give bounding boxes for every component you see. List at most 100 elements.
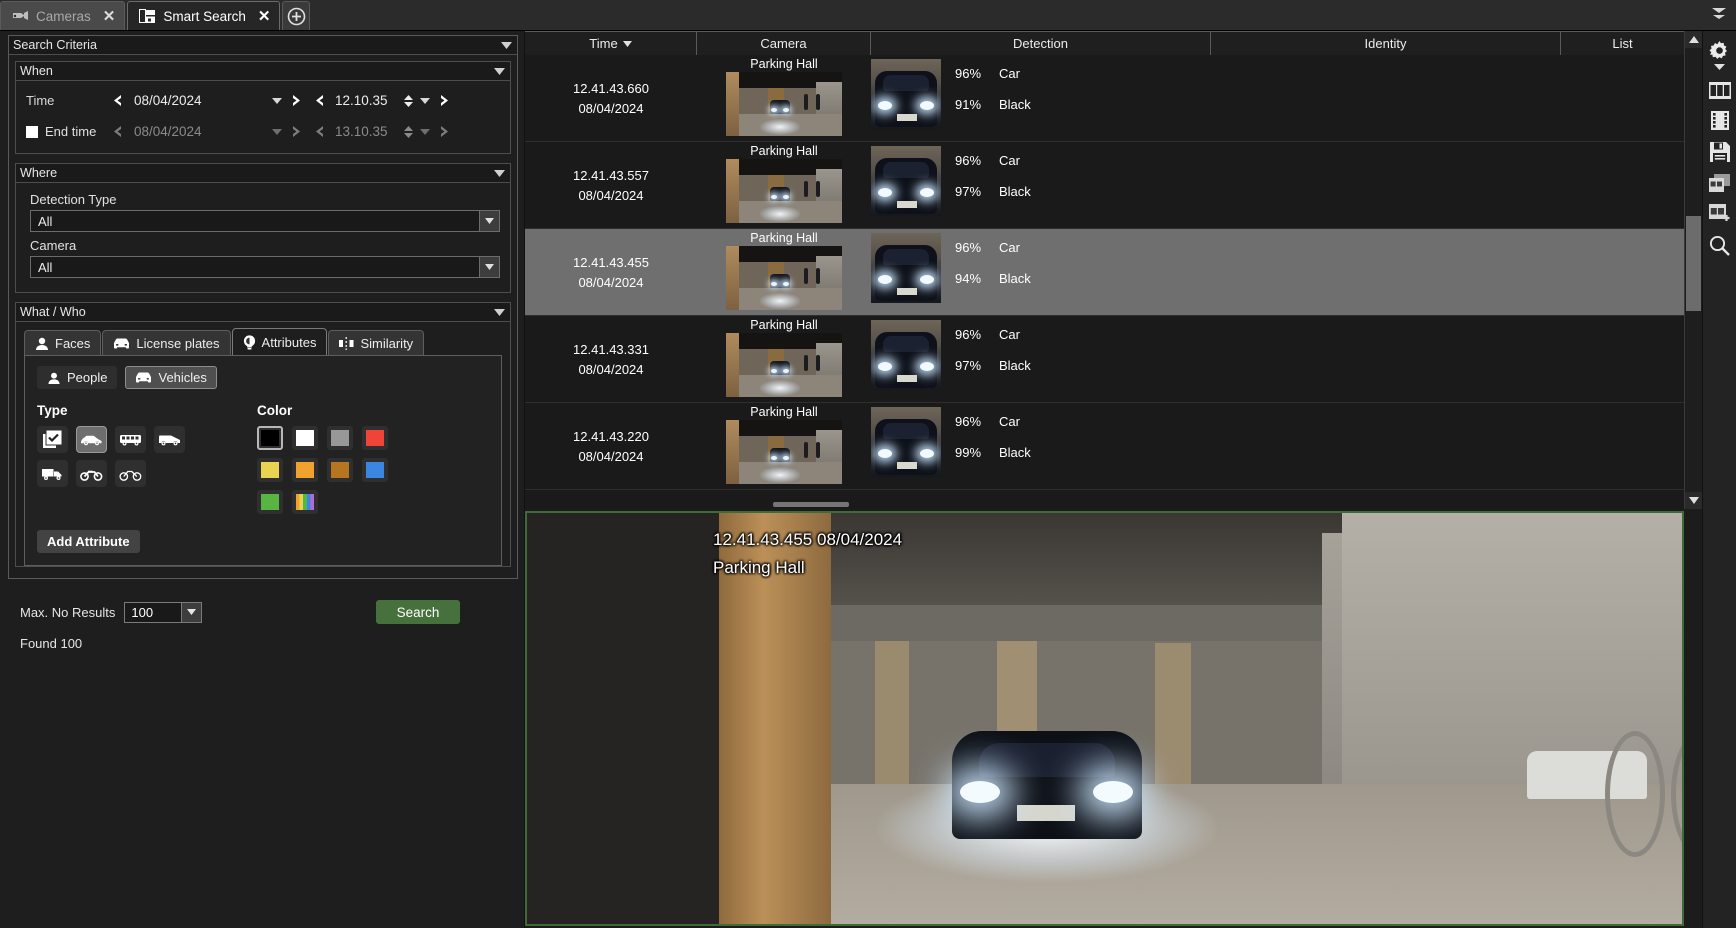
color-gray[interactable]: [327, 426, 353, 450]
when-header[interactable]: When: [16, 62, 510, 81]
time-value-prev-button[interactable]: [308, 94, 330, 107]
end-time-value[interactable]: 13.10.35: [330, 124, 400, 139]
time-date-prev-button[interactable]: [106, 94, 128, 107]
chevron-down-icon[interactable]: [181, 603, 201, 622]
detection-thumbnail[interactable]: [871, 59, 941, 129]
type-truck-button[interactable]: [37, 460, 68, 487]
type-bus-button[interactable]: [115, 426, 146, 453]
type-motorcycle-button[interactable]: [76, 460, 107, 487]
detection-thumbnail[interactable]: [871, 233, 941, 303]
chevron-down-icon[interactable]: [479, 211, 499, 231]
results-horizontal-scrollbar[interactable]: [525, 499, 1684, 509]
tab-close-icon[interactable]: ✕: [103, 9, 116, 24]
type-car-button[interactable]: [76, 426, 107, 453]
end-time-date-next-button[interactable]: [286, 125, 308, 138]
end-time-value-prev-button[interactable]: [308, 125, 330, 138]
toggle-vehicles[interactable]: Vehicles: [125, 366, 216, 389]
film-reel-icon[interactable]: [1706, 111, 1734, 130]
what-who-header[interactable]: What / Who: [16, 303, 510, 322]
horizontal-scroll-thumb[interactable]: [773, 502, 849, 507]
end-time-date-dropdown-icon[interactable]: [268, 129, 286, 135]
time-value-next-button[interactable]: [434, 94, 456, 107]
camera-thumbnail[interactable]: [726, 246, 842, 310]
detection-thumbnail[interactable]: [871, 146, 941, 216]
time-spinner[interactable]: [400, 95, 416, 107]
tab-faces[interactable]: Faces: [24, 330, 101, 356]
collapse-panel-icon[interactable]: [1710, 6, 1728, 20]
tab-license-plates[interactable]: License plates: [102, 330, 230, 356]
detection-thumbnail[interactable]: [871, 407, 941, 477]
end-time-checkbox[interactable]: [26, 126, 38, 138]
type-all-button[interactable]: [37, 426, 68, 453]
max-results-select[interactable]: 100: [124, 602, 202, 623]
table-row[interactable]: 12.41.43.455 08/04/2024 Parking Hall: [525, 229, 1684, 316]
column-header-camera[interactable]: Camera: [697, 31, 871, 55]
color-black[interactable]: [257, 426, 283, 450]
table-row[interactable]: 12.41.43.557 08/04/2024 Parking Hall: [525, 142, 1684, 229]
chevron-down-icon[interactable]: [494, 68, 505, 75]
save-icon[interactable]: [1706, 142, 1734, 162]
tab-smart-search[interactable]: Smart Search ✕: [127, 1, 280, 30]
camera-thumbnail[interactable]: [726, 333, 842, 397]
chevron-down-icon[interactable]: [494, 170, 505, 177]
attributes-panel: People Vehicles: [24, 355, 502, 566]
end-time-date-prev-button[interactable]: [106, 125, 128, 138]
search-button[interactable]: Search: [376, 600, 460, 624]
table-row[interactable]: 12.41.43.331 08/04/2024 Parking Hall: [525, 316, 1684, 403]
scroll-down-button[interactable]: [1685, 492, 1702, 509]
color-multicolor[interactable]: [292, 490, 318, 514]
column-header-detection[interactable]: Detection: [871, 31, 1211, 55]
end-time-value-next-button[interactable]: [434, 125, 456, 138]
scroll-thumb[interactable]: [1686, 216, 1701, 311]
add-window-icon[interactable]: [1706, 204, 1734, 223]
tab-attributes[interactable]: Attributes: [232, 328, 328, 356]
where-header[interactable]: Where: [16, 164, 510, 183]
tab-close-icon[interactable]: ✕: [258, 9, 271, 24]
camera-thumbnail[interactable]: [726, 420, 842, 484]
results-vertical-scrollbar[interactable]: [1684, 31, 1702, 509]
chevron-down-icon[interactable]: [479, 257, 499, 277]
table-row[interactable]: 12.41.43.660 08/04/2024 Parking Hall: [525, 55, 1684, 142]
camera-thumbnail[interactable]: [726, 72, 842, 136]
end-time-date-value[interactable]: 08/04/2024: [128, 124, 268, 139]
windows-icon[interactable]: [1706, 174, 1734, 192]
detection-thumbnail[interactable]: [871, 320, 941, 390]
add-tab-button[interactable]: [282, 1, 310, 30]
column-header-time[interactable]: Time: [525, 31, 697, 55]
table-row[interactable]: 12.41.43.220 08/04/2024 Parking Hall: [525, 403, 1684, 490]
color-brown[interactable]: [327, 458, 353, 482]
time-value[interactable]: 12.10.35: [330, 93, 400, 108]
camera-thumbnail[interactable]: [726, 159, 842, 223]
tab-cameras[interactable]: Cameras ✕: [0, 1, 125, 30]
settings-gear-icon[interactable]: [1706, 41, 1734, 70]
camera-select[interactable]: All: [30, 256, 500, 278]
color-orange[interactable]: [292, 458, 318, 482]
end-time-value-dropdown-icon[interactable]: [416, 129, 434, 135]
color-blue[interactable]: [362, 458, 388, 482]
column-header-list[interactable]: List: [1561, 31, 1684, 55]
time-date-value[interactable]: 08/04/2024: [128, 93, 268, 108]
tab-similarity[interactable]: Similarity: [328, 330, 424, 356]
time-value-dropdown-icon[interactable]: [416, 98, 434, 104]
color-green[interactable]: [257, 490, 283, 514]
scroll-track[interactable]: [1685, 48, 1702, 492]
color-white[interactable]: [292, 426, 318, 450]
chevron-down-icon[interactable]: [501, 42, 512, 49]
color-yellow[interactable]: [257, 458, 283, 482]
type-van-button[interactable]: [154, 426, 185, 453]
video-preview[interactable]: 12.41.43.455 08/04/2024 Parking Hall: [525, 511, 1684, 926]
search-criteria-header[interactable]: Search Criteria: [9, 36, 517, 55]
time-date-next-button[interactable]: [286, 94, 308, 107]
end-time-spinner[interactable]: [400, 126, 416, 138]
color-red[interactable]: [362, 426, 388, 450]
column-header-identity[interactable]: Identity: [1211, 31, 1561, 55]
filmstrip-icon[interactable]: [1706, 82, 1734, 99]
detection-type-select[interactable]: All: [30, 210, 500, 232]
chevron-down-icon[interactable]: [494, 309, 505, 316]
search-magnifier-icon[interactable]: [1706, 235, 1734, 256]
time-date-dropdown-icon[interactable]: [268, 98, 286, 104]
type-bicycle-button[interactable]: [115, 460, 146, 487]
scroll-up-button[interactable]: [1685, 31, 1702, 48]
add-attribute-button[interactable]: Add Attribute: [37, 530, 140, 553]
toggle-people[interactable]: People: [37, 366, 117, 389]
